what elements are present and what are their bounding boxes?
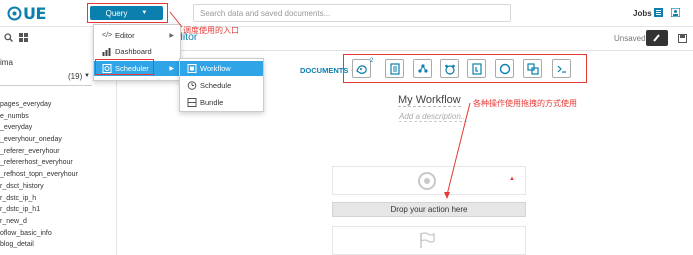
logo-text: UE bbox=[23, 3, 46, 23]
pencil-icon bbox=[653, 34, 660, 42]
caret-up-icon[interactable]: ▲ bbox=[509, 176, 515, 182]
documents-label: DOCUMENTS bbox=[300, 66, 349, 75]
edit-button[interactable] bbox=[646, 30, 668, 46]
submenu-item-schedule[interactable]: Schedule bbox=[180, 78, 263, 93]
query-label: Query bbox=[105, 8, 128, 18]
workflow-icon bbox=[187, 64, 197, 73]
workflow-description[interactable]: Add a description... bbox=[399, 112, 468, 122]
jobs-link[interactable]: Jobs bbox=[633, 9, 652, 18]
submenu-item-label: Workflow bbox=[200, 64, 231, 73]
chevron-right-icon: ▶ bbox=[169, 66, 174, 72]
shell-action[interactable] bbox=[552, 59, 571, 78]
submenu-item-label: Schedule bbox=[200, 81, 232, 90]
start-node-icon bbox=[418, 172, 436, 190]
subworkflow-action[interactable] bbox=[523, 59, 542, 78]
scheduler-entry-annotation: 调度使用的入口 bbox=[183, 26, 239, 35]
query-button[interactable]: Query ▼ bbox=[90, 6, 163, 20]
table-item[interactable]: _referer_everyhour bbox=[0, 146, 78, 158]
jobs-list-icon[interactable] bbox=[654, 8, 663, 17]
table-item[interactable]: r_new_d bbox=[0, 216, 78, 228]
chart-icon bbox=[102, 47, 111, 56]
action-toolbar-highlight bbox=[343, 54, 587, 83]
schedule-icon bbox=[187, 81, 197, 90]
pig-icon bbox=[499, 63, 510, 74]
scheduler-highlight-box bbox=[95, 59, 154, 75]
query-highlight-box: Query ▼ bbox=[87, 3, 168, 23]
spark-icon bbox=[417, 63, 428, 73]
table-item[interactable]: r_dsct_history bbox=[0, 181, 78, 193]
chevron-right-icon: ▶ bbox=[169, 33, 174, 39]
caret-down-icon: ▼ bbox=[141, 10, 148, 16]
mapreduce-icon bbox=[444, 64, 455, 75]
caret-down-icon[interactable]: ▼ bbox=[84, 73, 90, 79]
table-item[interactable]: _everyday bbox=[0, 122, 78, 134]
table-list: pages_everyday e_numbs _everyday _everyh… bbox=[0, 99, 78, 251]
spark-action[interactable] bbox=[413, 59, 432, 78]
table-item[interactable]: pages_everyday bbox=[0, 99, 78, 111]
table-item[interactable]: _refhost_topn_everyhour bbox=[0, 169, 78, 181]
hue-logo[interactable]: UE bbox=[7, 3, 46, 23]
table-item[interactable]: r_dstc_ip_h1 bbox=[0, 204, 78, 216]
menu-item-label: Dashboard bbox=[115, 47, 152, 56]
subworkflow-icon bbox=[526, 62, 539, 75]
search-icon[interactable] bbox=[4, 33, 13, 42]
table-count: (19) bbox=[68, 72, 83, 81]
table-item[interactable]: e_numbs bbox=[0, 111, 78, 123]
submenu-item-bundle[interactable]: Bundle bbox=[180, 95, 263, 110]
table-item[interactable]: oflow_basic_info bbox=[0, 228, 78, 240]
table-filter-divider bbox=[0, 85, 92, 86]
menu-item-label: Editor bbox=[115, 31, 135, 40]
database-name[interactable]: ima bbox=[0, 58, 13, 67]
java-action[interactable] bbox=[467, 59, 486, 78]
table-item[interactable]: blog_detail bbox=[0, 239, 78, 251]
mapreduce-action[interactable] bbox=[440, 59, 459, 78]
menu-item-editor[interactable]: </> Editor ▶ bbox=[94, 28, 180, 43]
table-item[interactable]: r_dstc_ip_h bbox=[0, 193, 78, 205]
java-icon bbox=[471, 62, 482, 75]
editor-header-divider bbox=[117, 50, 693, 51]
documents-count: 2 bbox=[370, 58, 374, 64]
save-icon[interactable] bbox=[678, 34, 687, 43]
drag-hint-annotation: 各种操作使用拖拽的方式使用 bbox=[473, 99, 577, 108]
hive-icon bbox=[355, 64, 367, 74]
shell-icon bbox=[557, 65, 566, 73]
search-input[interactable]: Search data and saved documents... bbox=[193, 4, 511, 22]
document-icon bbox=[389, 62, 400, 75]
document-action[interactable] bbox=[385, 59, 404, 78]
submenu-item-label: Bundle bbox=[200, 98, 224, 107]
drop-label: Drop your action here bbox=[390, 205, 468, 214]
grid-icon[interactable] bbox=[19, 33, 28, 42]
top-navbar: UE Query ▼ Search data and saved documen… bbox=[0, 0, 693, 27]
flag-icon bbox=[420, 232, 435, 248]
search-placeholder: Search data and saved documents... bbox=[200, 9, 331, 18]
menu-item-dashboard[interactable]: Dashboard bbox=[94, 44, 180, 59]
hue-logo-icon bbox=[7, 6, 22, 20]
pig-action[interactable] bbox=[495, 59, 514, 78]
table-item[interactable]: _refererhost_everyhour bbox=[0, 157, 78, 169]
bundle-icon bbox=[187, 98, 197, 107]
unsaved-status: Unsaved bbox=[614, 34, 646, 43]
submenu-item-workflow[interactable]: Workflow bbox=[180, 61, 263, 76]
code-icon: </> bbox=[102, 32, 113, 39]
hive-action[interactable] bbox=[352, 59, 371, 78]
sidebar-toolbar bbox=[4, 33, 28, 42]
user-icon[interactable] bbox=[671, 8, 680, 17]
drop-zone[interactable]: Drop your action here bbox=[332, 202, 526, 217]
table-item[interactable]: _everyhour_oneday bbox=[0, 134, 78, 146]
scheduler-submenu: Workflow Schedule Bundle bbox=[179, 58, 264, 112]
workflow-name[interactable]: My Workflow bbox=[398, 94, 461, 107]
